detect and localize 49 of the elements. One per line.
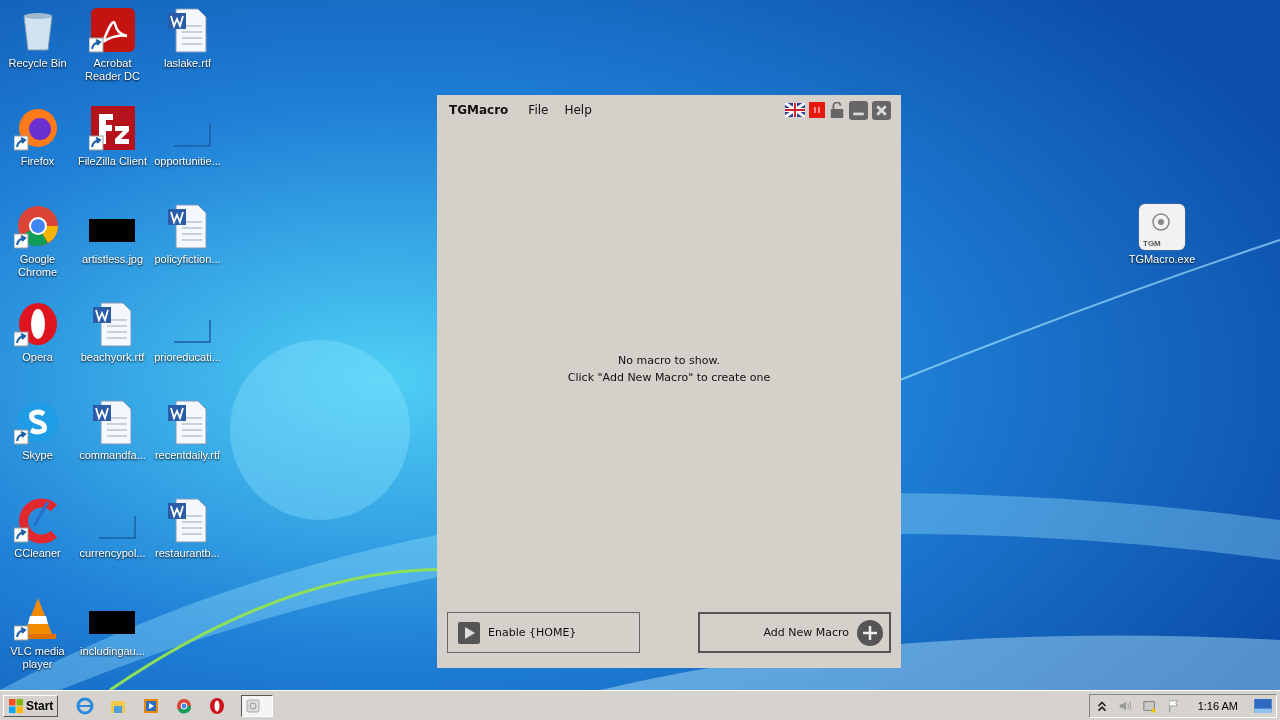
flag-icon[interactable] bbox=[785, 103, 805, 117]
icon-label: commandfa... bbox=[79, 449, 146, 462]
icon-label: VLC media player bbox=[9, 645, 66, 671]
icon-label: Google Chrome bbox=[16, 253, 59, 279]
add-macro-button[interactable]: Add New Macro bbox=[698, 612, 891, 653]
icon-label: Skype bbox=[22, 449, 53, 462]
start-button[interactable]: Start bbox=[3, 694, 59, 717]
icon-label: recentdaily.rtf bbox=[154, 449, 221, 462]
menu-item[interactable]: Help bbox=[564, 103, 592, 117]
windows-logo-icon bbox=[8, 697, 24, 714]
app-icon bbox=[244, 696, 263, 715]
icon-label: artistless.jpg bbox=[81, 253, 144, 266]
icon-label: includingau... bbox=[80, 645, 145, 658]
taskbar-button[interactable] bbox=[241, 694, 274, 717]
icon-label: CCleaner bbox=[14, 547, 61, 560]
icon-label: FileZilla Client bbox=[77, 155, 148, 168]
icon-label: prioreducati... bbox=[154, 351, 221, 364]
enable-button[interactable]: Enable {HOME} bbox=[447, 612, 640, 653]
icon-label: currencypol... bbox=[79, 547, 146, 560]
icon-label: beachyork.rtf bbox=[80, 351, 145, 364]
taskbar-button[interactable] bbox=[208, 696, 227, 715]
media-player-icon bbox=[142, 696, 161, 715]
taskbar-button[interactable] bbox=[142, 696, 161, 715]
icon-label: restaurantb... bbox=[155, 547, 220, 560]
window-title: TGMacro bbox=[449, 103, 509, 117]
taskbar-button[interactable] bbox=[175, 696, 194, 715]
app-icon[interactable]: TGM bbox=[1139, 204, 1185, 250]
pdf-icon[interactable] bbox=[88, 6, 137, 54]
close-icon[interactable] bbox=[872, 100, 891, 120]
plus-icon bbox=[857, 619, 883, 646]
browser-icon bbox=[76, 696, 95, 715]
clock: 1:16 AM bbox=[1197, 699, 1238, 712]
show-desktop-icon[interactable] bbox=[1254, 698, 1272, 713]
minimize-icon[interactable] bbox=[849, 100, 868, 120]
play-icon bbox=[458, 621, 480, 644]
icon-label: Opera bbox=[22, 351, 53, 364]
ftp-icon[interactable] bbox=[88, 104, 137, 152]
icon-label: opportunitie... bbox=[154, 155, 221, 168]
lock-icon[interactable] bbox=[829, 102, 845, 118]
icon-label: Acrobat Reader DC bbox=[84, 57, 141, 83]
empty-message: No macro to show. Click "Add New Macro" to create one bbox=[567, 352, 771, 386]
icon-label: Recycle Bin bbox=[8, 57, 67, 70]
icon-label: laslake.rtf bbox=[163, 57, 212, 70]
browser-icon bbox=[175, 696, 194, 715]
icon-label: policyfiction... bbox=[154, 253, 221, 266]
icon-label: TGMacro.exe bbox=[1128, 253, 1196, 266]
menu-item[interactable]: File bbox=[528, 103, 549, 117]
icon-label: Firefox bbox=[20, 155, 55, 168]
browser-icon bbox=[208, 696, 227, 715]
